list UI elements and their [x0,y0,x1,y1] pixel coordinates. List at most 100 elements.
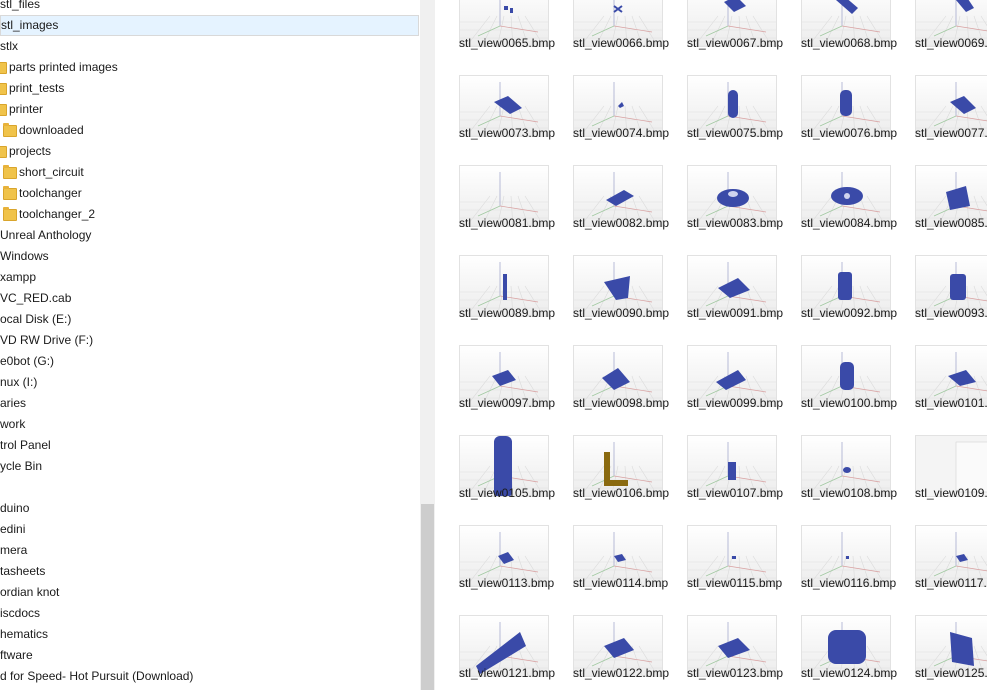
file-thumbnail[interactable]: stl_view0108.bmp [777,435,897,525]
folder-icon [3,186,17,200]
tree-item[interactable]: trol Panel [0,435,419,456]
tree-item-label: downloaded [19,123,84,137]
tree-item-label: printer [9,102,44,116]
file-thumbnail[interactable]: stl_view0106.bmp [549,435,669,525]
tree-item-label: VD RW Drive (F:) [0,333,94,347]
file-thumbnail[interactable]: stl_view0099.bmp [663,345,783,435]
tree-item[interactable]: projects [0,141,419,162]
tree-item[interactable]: Unreal Anthology [0,225,419,246]
file-thumbnail[interactable]: stl_view0105.bmp [435,435,555,525]
tree-item[interactable]: mera [0,540,419,561]
file-thumbnail[interactable]: stl_view0081.bmp [435,165,555,255]
file-thumbnail[interactable]: stl_view0075.bmp [663,75,783,165]
tree-item[interactable]: toolchanger_2 [0,204,419,225]
file-thumbnail[interactable]: stl_view0066.bmp [549,0,669,75]
tree-item[interactable]: stl_files [0,0,419,15]
tree-item[interactable]: work [0,414,419,435]
tree-item[interactable]: ocal Disk (E:) [0,309,419,330]
tree-item[interactable]: stl_images [0,15,419,36]
file-thumbnail[interactable]: stl_view0124.bmp [777,615,897,690]
tree-item-label: stl_images [1,18,59,32]
file-thumbnail[interactable]: stl_view0093.b [891,255,987,345]
tree-item-label: VC_RED.cab [0,291,72,305]
file-thumbnail[interactable]: stl_view0092.bmp [777,255,897,345]
file-thumbnail[interactable]: stl_view0100.bmp [777,345,897,435]
file-thumbnail[interactable]: stl_view0085.b [891,165,987,255]
tree-item-label: tasheets [0,564,46,578]
navigation-scrollbar[interactable] [420,0,435,690]
folder-icon [3,165,17,179]
file-thumbnail[interactable]: stl_view0069.b [891,0,987,75]
folder-icon [0,62,7,74]
tree-item[interactable]: downloaded [0,120,419,141]
tree-item[interactable]: print_tests [0,78,419,99]
tree-item[interactable]: parts printed images [0,57,419,78]
file-thumbnail[interactable]: stl_view0077.b [891,75,987,165]
file-thumbnail[interactable]: stl_view0115.bmp [663,525,782,615]
tree-item-label: duino [0,501,30,515]
file-thumbnail[interactable]: stl_view0123.bmp [663,615,783,690]
scrollbar-thumb[interactable] [421,504,434,690]
tree-item[interactable]: ftware [0,645,419,666]
tree-item[interactable]: toolchanger [0,183,419,204]
file-thumbnail[interactable]: stl_view0109.b [891,435,987,525]
file-thumbnail[interactable]: stl_view0113.bmp [435,525,554,615]
file-thumbnail[interactable]: stl_view0084.bmp [777,165,897,255]
file-thumbnail[interactable]: stl_view0122.bmp [549,615,669,690]
tree-item[interactable]: short_circuit [0,162,419,183]
file-thumbnail[interactable]: stl_view0097.bmp [435,345,555,435]
tree-item[interactable]: d for Speed- Hot Pursuit (Download) [0,666,419,687]
file-thumbnail[interactable]: stl_view0083.bmp [663,165,783,255]
file-thumbnail[interactable]: stl_view0107.bmp [663,435,783,525]
tree-item[interactable] [0,477,419,498]
file-thumbnail[interactable]: stl_view0117.b [891,525,987,615]
file-thumbnail-grid: stl_view0065.bmp stl_view0066.bmp stl_view… [435,0,987,690]
file-thumbnail[interactable]: stl_view0065.bmp [435,0,555,75]
tree-item-label: ycle Bin [0,459,43,473]
file-thumbnail[interactable]: stl_view0073.bmp [435,75,555,165]
tree-item[interactable]: hematics [0,624,419,645]
tree-item[interactable]: duino [0,498,419,519]
file-thumbnail[interactable]: stl_view0098.bmp [549,345,669,435]
tree-item[interactable]: ordian knot [0,582,419,603]
tree-item[interactable]: ycle Bin [0,456,419,477]
file-thumbnail[interactable]: stl_view0125.b [891,615,987,690]
tree-item[interactable]: tasheets [0,561,419,582]
tree-item[interactable]: aries [0,393,419,414]
tree-item[interactable]: printer [0,99,419,120]
tree-item[interactable]: nux (I:) [0,372,419,393]
tree-item[interactable]: VD RW Drive (F:) [0,330,419,351]
tree-item-label: stl_files [0,0,41,11]
tree-item-label: work [0,417,26,431]
file-thumbnail[interactable]: stl_view0121.bmp [435,615,555,690]
tree-item[interactable]: VC_RED.cab [0,288,419,309]
tree-item[interactable]: xampp [0,267,419,288]
file-thumbnail[interactable]: stl_view0067.bmp [663,0,783,75]
file-thumbnail[interactable]: stl_view0090.bmp [549,255,669,345]
tree-item[interactable]: Windows [0,246,419,267]
tree-item-label: mera [0,543,28,557]
file-thumbnail[interactable]: stl_view0068.bmp [777,0,897,75]
file-thumbnail[interactable]: stl_view0116.bmp [777,525,896,615]
tree-item-label: edini [0,522,26,536]
tree-item-label: iscdocs [0,606,41,620]
file-thumbnail[interactable]: stl_view0101.b [891,345,987,435]
file-name: stl_view0109.b [915,486,987,500]
tree-item[interactable]: stlx [0,36,419,57]
file-thumbnail[interactable]: stl_view0074.bmp [549,75,669,165]
tree-item-label: toolchanger_2 [19,207,96,221]
tree-item[interactable]: iscdocs [0,603,419,624]
file-thumbnail[interactable]: stl_view0082.bmp [549,165,669,255]
file-thumbnail[interactable]: stl_view0076.bmp [777,75,897,165]
tree-item-label: aries [0,396,27,410]
file-name: stl_view0101.b [915,396,987,410]
folder-icon [3,123,17,137]
file-name: stl_view0085.b [915,216,987,230]
navigation-tree: stl_files stl_imagesstlx parts printed ima… [0,0,420,690]
folder-icon [0,104,7,116]
file-thumbnail[interactable]: stl_view0114.bmp [549,525,668,615]
file-thumbnail[interactable]: stl_view0091.bmp [663,255,783,345]
tree-item[interactable]: edini [0,519,419,540]
tree-item[interactable]: e0bot (G:) [0,351,419,372]
file-thumbnail[interactable]: stl_view0089.bmp [435,255,555,345]
